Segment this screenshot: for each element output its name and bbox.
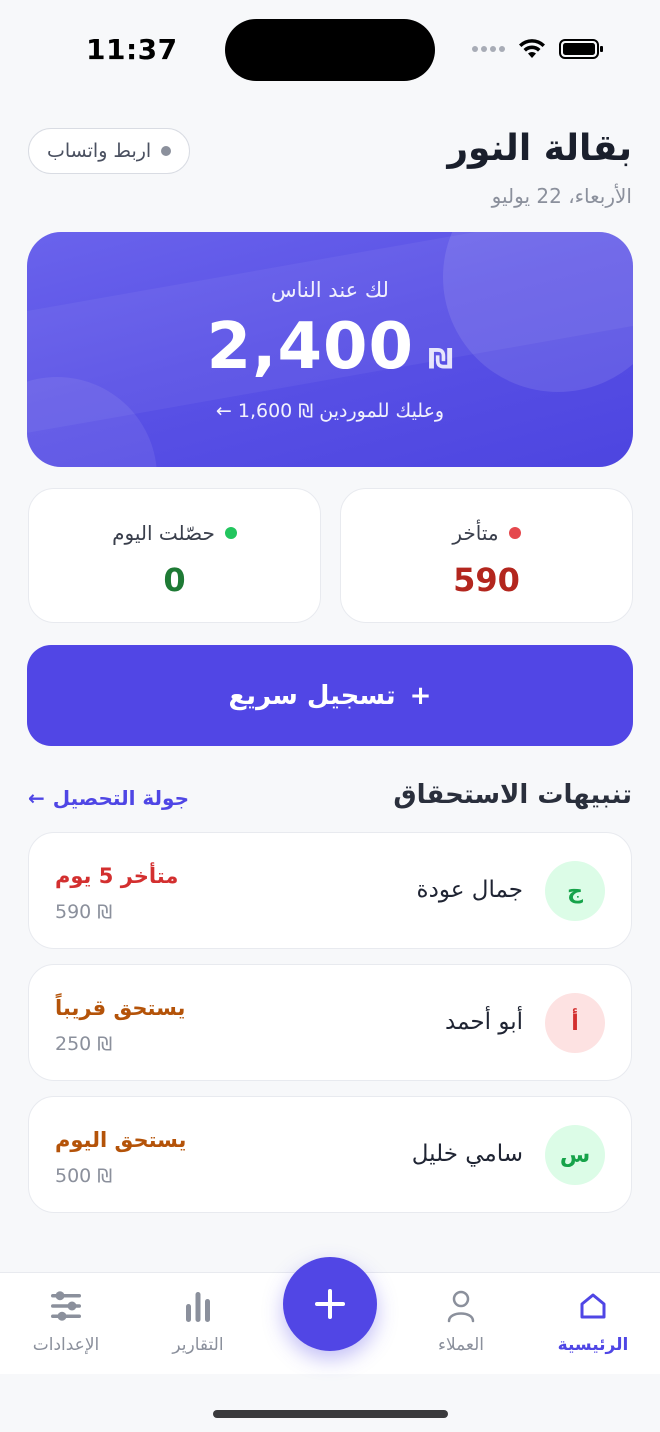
avatar: س	[545, 1125, 605, 1185]
nav-item-customers[interactable]: العملاء	[406, 1287, 516, 1355]
home-icon	[580, 1293, 606, 1319]
list-item[interactable]: أ أبو أحمد يستحق قريباً 250 ₪	[28, 964, 632, 1081]
wifi-icon	[519, 39, 545, 58]
sliders-icon	[51, 1291, 81, 1321]
quick-record-label: تسجيل سريع	[228, 680, 396, 711]
status-dot-icon	[224, 527, 237, 539]
plus-icon: +	[409, 680, 432, 711]
customer-name: أبو أحمد	[445, 1009, 523, 1035]
balance-card[interactable]: لك عند الناس 2,400 ₪ وعليك للموردين ₪ 1,…	[27, 232, 633, 467]
status-bar: 11:37	[0, 0, 660, 100]
dynamic-island	[225, 19, 435, 81]
receivables-label: لك عند الناس	[271, 278, 389, 302]
status-icons	[472, 34, 605, 64]
late-stat-value: 590	[453, 561, 520, 599]
battery-icon	[559, 39, 603, 59]
connect-whatsapp-button[interactable]: اربط واتساب	[28, 128, 191, 174]
currency-symbol: ₪	[428, 342, 454, 375]
receivables-amount-row: 2,400 ₪	[27, 310, 633, 384]
home-indicator	[213, 1410, 448, 1418]
nav-label-customers: العملاء	[437, 1335, 485, 1355]
today-stat-label-row: حصّلت اليوم	[29, 521, 320, 545]
nav-label-home: الرئيسية	[557, 1335, 629, 1355]
nav-item-settings[interactable]: الإعدادات	[11, 1287, 121, 1355]
due-amount: 500 ₪	[55, 1165, 113, 1187]
dot-icon	[161, 146, 172, 156]
bar-chart-icon	[186, 1292, 210, 1322]
due-amount: 250 ₪	[55, 1033, 113, 1055]
quick-record-button[interactable]: + تسجيل سريع	[27, 645, 633, 746]
due-status: يستحق اليوم	[55, 1128, 187, 1152]
today-stat-label: حصّلت اليوم	[112, 521, 215, 545]
section-title: تنبيهات الاستحقاق	[393, 780, 632, 810]
nav-item-reports[interactable]: التقارير	[143, 1287, 253, 1355]
avatar: أ	[545, 993, 605, 1053]
status-time: 11:37	[86, 33, 178, 66]
suppliers-link[interactable]: وعليك للموردين ₪ 1,600 ←	[27, 400, 633, 422]
signal-icon	[472, 46, 505, 52]
today-stat-value: 0	[163, 561, 186, 599]
today-stat-card[interactable]: حصّلت اليوم 0	[28, 488, 321, 623]
header: بقالة النور الأربعاء، 22 يوليو اربط واتس…	[28, 128, 632, 218]
list-item[interactable]: س سامي خليل يستحق اليوم 500 ₪	[28, 1096, 632, 1213]
due-amount: 590 ₪	[55, 901, 113, 923]
late-stat-label-row: متأخر	[341, 521, 632, 545]
alerts-section-header: تنبيهات الاستحقاق جولة التحصيل ←	[28, 780, 632, 820]
late-stat-card[interactable]: متأخر 590	[340, 488, 633, 623]
late-stat-label: متأخر	[452, 521, 499, 545]
list-item[interactable]: ج جمال عودة متأخر 5 يوم 590 ₪	[28, 832, 632, 949]
person-icon	[447, 1290, 475, 1323]
collection-round-link[interactable]: جولة التحصيل ←	[28, 786, 189, 810]
avatar: ج	[545, 861, 605, 921]
nav-label-reports: التقارير	[172, 1335, 224, 1355]
add-fab-button[interactable]	[283, 1257, 377, 1351]
connect-whatsapp-label: اربط واتساب	[47, 140, 152, 162]
customer-name: جمال عودة	[416, 877, 523, 903]
page-date: الأربعاء، 22 يوليو	[491, 184, 632, 208]
arrow-left-icon: ←	[28, 786, 45, 810]
due-status: يستحق قريباً	[55, 996, 186, 1020]
customer-name: سامي خليل	[411, 1141, 523, 1167]
receivables-amount: 2,400	[206, 310, 415, 384]
due-status: متأخر 5 يوم	[55, 864, 179, 888]
page-title: بقالة النور	[447, 128, 632, 169]
nav-item-home[interactable]: الرئيسية	[538, 1287, 648, 1355]
plus-icon	[315, 1289, 345, 1319]
status-dot-icon	[508, 527, 521, 539]
nav-label-settings: الإعدادات	[32, 1335, 100, 1355]
collection-round-label: جولة التحصيل	[52, 786, 189, 810]
